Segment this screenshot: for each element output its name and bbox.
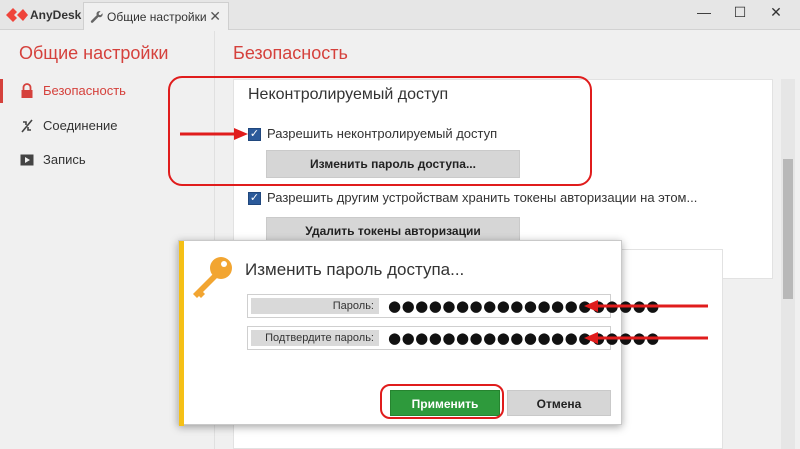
cancel-button[interactable]: Отмена [507, 390, 611, 416]
title-bar: AnyDesk Общие настройки ✕ — ☐ ✕ [0, 0, 800, 30]
app-name: AnyDesk [30, 8, 82, 22]
dialog-accent-bar [179, 241, 184, 426]
page-title: Безопасность [233, 43, 348, 63]
arrow-icon [584, 300, 708, 312]
confirm-password-label: Подтвердите пароль: [251, 330, 379, 346]
sidebar-title: Общие настройки [19, 43, 169, 63]
sidebar-item-label: Соединение [43, 118, 118, 133]
wrench-icon [90, 11, 103, 23]
minimize-button[interactable]: — [692, 4, 716, 24]
close-window-button[interactable]: ✕ [764, 4, 788, 24]
arrow-icon [180, 128, 248, 140]
scrollbar-thumb[interactable] [783, 159, 793, 299]
allow-tokens-label: Разрешить другим устройствам хранить ток… [267, 190, 698, 205]
arrow-icon [584, 332, 708, 344]
connection-icon [21, 119, 33, 133]
anydesk-logo-icon [6, 8, 28, 22]
allow-tokens-checkbox[interactable]: ✓ [248, 192, 261, 205]
tab-label: Общие настройки [107, 10, 207, 24]
scrollbar[interactable] [781, 79, 795, 449]
lock-icon [21, 83, 33, 98]
sidebar-item-label: Безопасность [43, 83, 126, 98]
password-label: Пароль: [251, 298, 379, 314]
sidebar-item-label: Запись [43, 152, 86, 167]
allow-tokens-checkbox-row[interactable]: ✓ Разрешить другим устройствам хранить т… [248, 190, 748, 210]
dialog-title: Изменить пароль доступа... [245, 260, 465, 279]
maximize-button[interactable]: ☐ [728, 4, 752, 24]
confirm-password-field-row: Подтвердите пароль: ●●●●●●●●●●●●●●●●●●●● [247, 326, 659, 350]
key-icon [193, 257, 232, 298]
tab-close-icon[interactable]: ✕ [209, 8, 221, 25]
highlight-frame-apply [380, 384, 504, 419]
confirm-password-field[interactable]: ●●●●●●●●●●●●●●●●●●●● [388, 329, 659, 347]
tab-general-settings[interactable]: Общие настройки ✕ [83, 2, 229, 30]
record-icon [20, 154, 34, 166]
password-field[interactable]: ●●●●●●●●●●●●●●●●●●●● [388, 297, 659, 315]
password-field-row: Пароль: ●●●●●●●●●●●●●●●●●●●● [247, 294, 659, 318]
